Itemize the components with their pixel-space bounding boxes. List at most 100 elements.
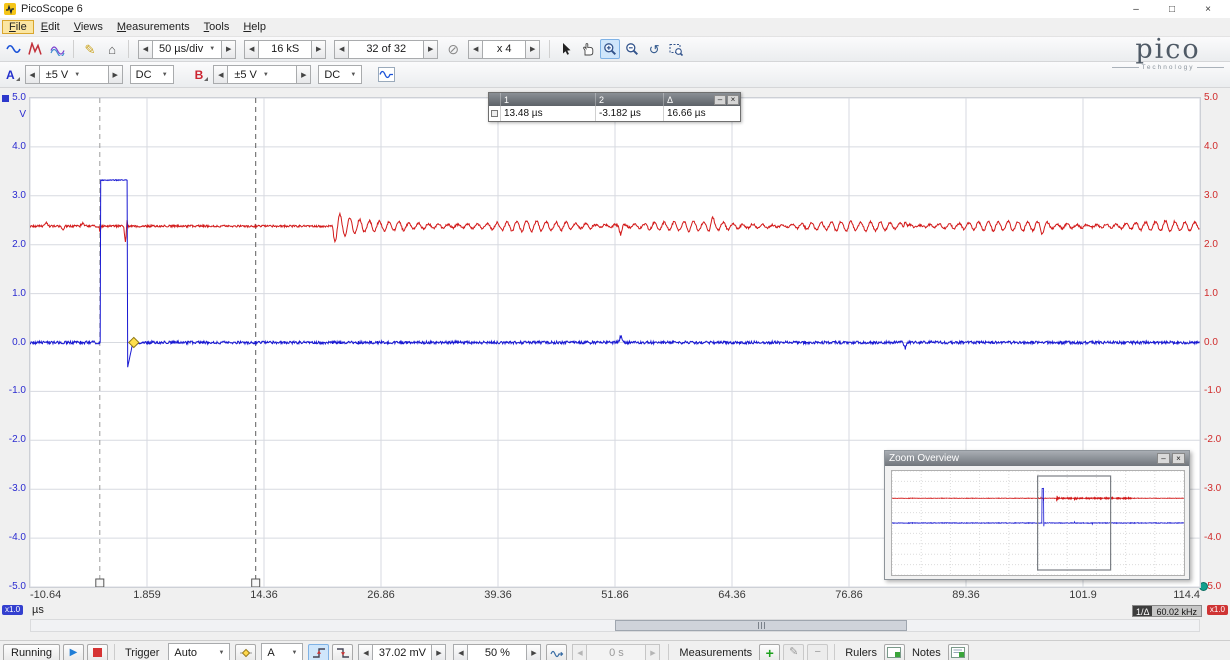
samples-increase-button[interactable]: ▶ [311,39,327,59]
marquee-zoom-button[interactable] [666,39,686,59]
pre-trigger-increase-button[interactable]: ▶ [526,643,542,660]
channel-b-range-decrease-button[interactable]: ◀ [213,65,229,84]
menu-edit[interactable]: Edit [34,20,67,34]
buffer-position[interactable]: 32 of 32 [349,39,424,59]
add-measurement-button[interactable]: + [759,643,781,660]
home-button[interactable]: ⌂ [102,39,122,59]
channel-a-button[interactable]: A [3,66,20,84]
marquee-zoom-icon [669,44,684,56]
rising-edge-button[interactable] [308,643,330,660]
ruler-legend-minimize-button[interactable]: – [714,94,726,105]
channel-b-range-select[interactable]: ±5 V ▼ [228,65,297,84]
zoom-undo-button[interactable]: ↺ [644,39,664,59]
y-axis-tick-label: 3.0 [1204,190,1218,201]
x-axis-tick-label: 26.86 [367,589,395,601]
samples-decrease-button[interactable]: ◀ [244,39,260,59]
channel-a-axis-marker[interactable] [2,95,9,102]
axis-footer: x1.0 µs 1/Δ 60.02 kHz x1.0 [0,604,1230,618]
buffer-next-button[interactable]: ▶ [423,39,439,59]
persistence-mode-button[interactable] [47,39,67,59]
maximize-button[interactable]: □ [1154,1,1190,18]
trigger-marker-button[interactable] [235,643,257,660]
signal-generator-button[interactable] [376,65,396,85]
stop-icon [92,648,102,657]
zoom-overview-titlebar[interactable]: Zoom Overview – × [885,451,1189,466]
timebase-decrease-button[interactable]: ◀ [138,39,153,59]
zoom-out-tool-button[interactable] [622,39,642,59]
trigger-level-input[interactable]: 37.02 mV [373,643,432,660]
edit-annotations-button[interactable]: ✎ [80,39,100,59]
normal-pointer-button[interactable] [556,39,576,59]
x-axis-labels: -10.64 1.859 14.36 26.86 39.36 51.86 64.36 76.8… [0,589,1230,602]
minimize-button[interactable]: – [1118,1,1154,18]
trigger-source-select[interactable]: A ▼ [261,643,304,660]
rulers-button[interactable] [883,643,905,660]
scrollbar-thumb[interactable] [615,620,907,631]
frequency-badge-label: 1/Δ [1132,606,1153,617]
horizontal-scrollbar[interactable] [30,619,1200,632]
x-axis-tick-label: 51.86 [601,589,629,601]
x-axis-tick-label: 64.36 [718,589,746,601]
start-button[interactable]: ▶ [62,643,84,660]
zoom-overview-close-button[interactable]: × [1172,453,1185,464]
waveform-area[interactable]: 1 2 Δ – × 13.48 µs -3.182 µs 16.66 µs Zo… [29,92,1201,588]
pre-trigger-decrease-button[interactable]: ◀ [453,643,469,660]
zoom-factor-value[interactable]: x 4 [483,39,526,59]
holdoff-input: 0 s [587,643,646,660]
channels-toolbar: A ◀ ±5 V ▼ ▶ DC ▼ B ◀ ±5 V ▼ ▶ DC ▼ [0,62,1230,88]
pre-trigger-input[interactable]: 50 % [468,643,527,660]
notes-button[interactable] [947,643,969,660]
trigger-marker[interactable] [128,336,140,349]
measurements-label: Measurements [679,646,753,659]
zoom-increase-button[interactable]: ▶ [525,39,541,59]
timebase-increase-button[interactable]: ▶ [221,39,237,59]
ruler-legend-close-button[interactable]: × [727,94,739,105]
menu-measurements[interactable]: Measurements [110,20,197,34]
y-axis-tick-label: -1.0 [1204,385,1222,396]
add-icon: + [765,644,774,660]
timebase-select[interactable]: 50 µs/div ▼ [153,39,222,59]
scope-mode-button[interactable] [3,39,23,59]
trigger-level-decrease-button[interactable]: ◀ [358,643,374,660]
time-ruler-handle-1[interactable] [251,578,261,587]
menu-file[interactable]: File [2,20,34,34]
edit-measurement-button[interactable]: ✎ [783,643,805,660]
y-axis-tick-label: -4.0 [8,532,26,543]
channel-a-range-select[interactable]: ±5 V ▼ [39,65,108,84]
close-button[interactable]: × [1190,1,1226,18]
trigger-mode-select[interactable]: Auto ▼ [168,643,231,660]
zoom-overview-window[interactable]: Zoom Overview – × [884,450,1190,580]
channel-a-range-decrease-button[interactable]: ◀ [24,65,40,84]
buffer-previous-button[interactable]: ◀ [334,39,350,59]
falling-edge-button[interactable] [332,643,354,660]
channel-a-range-increase-button[interactable]: ▶ [107,65,123,84]
channel-b-button[interactable]: B [192,66,209,84]
chevron-down-icon: ▼ [74,71,81,78]
pan-tool-button[interactable] [578,39,598,59]
running-button[interactable]: Running [3,643,60,660]
buffer-overview-button[interactable]: ⊘ [443,39,463,59]
menu-views[interactable]: Views [67,20,110,34]
stop-button[interactable] [86,643,108,660]
zoom-decrease-button[interactable]: ◀ [468,39,484,59]
delete-measurement-button[interactable]: − [807,643,829,660]
y-axis-tick-label: 2.0 [1204,239,1218,250]
trigger-level-increase-button[interactable]: ▶ [431,643,447,660]
samples-input[interactable]: 16 kS [259,39,312,59]
zoom-overview-minimize-button[interactable]: – [1157,453,1170,464]
time-ruler-handle-2[interactable] [95,578,105,587]
holdoff-increase-button[interactable]: ▶ [645,643,661,660]
holdoff-decrease-button[interactable]: ◀ [572,643,588,660]
menu-help[interactable]: Help [236,20,273,34]
channel-b-coupling-select[interactable]: DC ▼ [318,65,363,84]
post-trigger-button[interactable] [546,643,568,660]
menu-tools[interactable]: Tools [197,20,237,34]
channel-b-range-increase-button[interactable]: ▶ [296,65,312,84]
spectrum-mode-button[interactable] [25,39,45,59]
zoom-overview-body[interactable] [891,470,1185,576]
y-axis-tick-label: -3.0 [8,483,26,494]
trigger-mode-value: Auto [174,646,198,659]
channel-a-coupling-select[interactable]: DC ▼ [129,65,174,84]
zoom-in-tool-button[interactable] [600,39,621,59]
ruler-legend[interactable]: 1 2 Δ – × 13.48 µs -3.182 µs 16.66 µs [488,92,741,122]
